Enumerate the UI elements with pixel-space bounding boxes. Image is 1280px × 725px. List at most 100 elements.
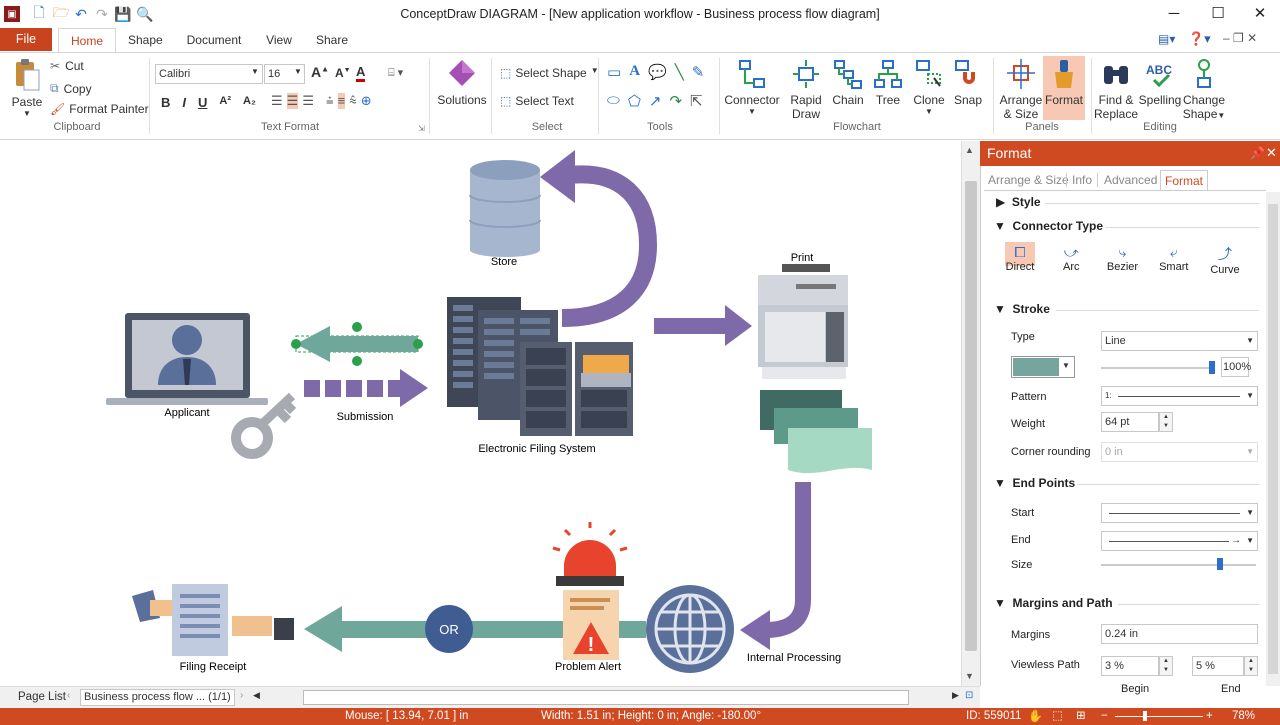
find-replace-button[interactable]: Find & Replace xyxy=(1094,58,1138,121)
callout-icon[interactable]: 💬 xyxy=(648,63,667,81)
line-icon[interactable]: ╲ xyxy=(675,63,684,81)
printer-icon[interactable] xyxy=(758,264,848,379)
connector-bezier[interactable]: ⤷ Bezier xyxy=(1103,244,1143,276)
layout-icon[interactable]: ▤▾ xyxy=(1158,32,1175,46)
alert-siren-icon[interactable]: ! xyxy=(552,522,628,660)
connector-smart[interactable]: ⤶ Smart xyxy=(1154,244,1194,276)
submission-arrow[interactable] xyxy=(304,369,428,407)
new-document-icon[interactable]: 🗋 xyxy=(30,4,48,23)
tab-home[interactable]: Home xyxy=(58,28,116,53)
minimize-button[interactable]: ─ xyxy=(1152,0,1196,26)
zoom-slider[interactable] xyxy=(1115,716,1203,717)
tab-file[interactable]: File xyxy=(0,28,52,51)
maximize-button[interactable]: ☐ xyxy=(1196,0,1240,26)
horizontal-scrollbar[interactable] xyxy=(303,690,909,705)
panel-close-icon[interactable]: ✕ xyxy=(1266,145,1277,161)
tree-button[interactable]: Tree xyxy=(870,58,906,107)
shrink-font-icon[interactable]: A▼ xyxy=(335,66,351,80)
font-color-icon[interactable]: A xyxy=(356,64,366,82)
next-page-icon[interactable]: › xyxy=(240,690,243,701)
vertical-scrollbar[interactable]: ▲ ▼ xyxy=(961,141,980,686)
bold-icon[interactable]: B xyxy=(161,95,170,110)
connector-button[interactable]: Connector ▼ xyxy=(724,58,780,116)
tab-format[interactable]: Format xyxy=(1160,170,1209,190)
font-family-select[interactable]: Calibri xyxy=(155,64,263,84)
tab-document[interactable]: Document xyxy=(180,28,248,52)
align-left-icon[interactable]: ☰ xyxy=(271,93,283,109)
paper-stack-icon[interactable] xyxy=(760,390,872,474)
panel-scrollbar[interactable] xyxy=(1266,192,1280,686)
connector-arc[interactable]: ⤻ Arc xyxy=(1051,244,1091,276)
zoom-in-icon[interactable]: + xyxy=(1206,708,1213,725)
format-painter-button[interactable]: 🖌 Format Painter xyxy=(50,102,149,116)
solutions-button[interactable]: Solutions xyxy=(436,58,488,107)
applicant-laptop-icon[interactable] xyxy=(106,313,268,405)
tab-arrange-size[interactable]: Arrange & Size xyxy=(988,170,1069,190)
tab-share[interactable]: Share xyxy=(312,28,352,52)
select-text-button[interactable]: ⬚ Select Text xyxy=(500,94,574,108)
corner-rounding-select[interactable]: 0 in ▼ xyxy=(1101,442,1258,462)
zoom-slider-thumb[interactable] xyxy=(1143,711,1147,721)
stroke-type-select[interactable]: Line ▼ xyxy=(1101,331,1258,351)
diagram-canvas[interactable]: ! Store Print Applicant Submission Elect… xyxy=(0,141,961,686)
align-top-icon[interactable]: ⩮ xyxy=(326,93,334,109)
polygon-icon[interactable]: ⬠ xyxy=(628,92,641,110)
globe-icon[interactable] xyxy=(646,585,734,673)
start-endpoint-select[interactable]: ▼ xyxy=(1101,503,1258,523)
underline-icon[interactable]: U xyxy=(198,95,207,110)
rectangle-icon[interactable]: ▭ xyxy=(607,63,621,81)
viewless-begin-input[interactable]: 3 % xyxy=(1101,656,1159,676)
connector-type-section[interactable]: ▼ Connector Type xyxy=(994,219,1103,233)
scroll-right-icon[interactable]: ▶ xyxy=(952,690,959,701)
close-button[interactable]: ✕ xyxy=(1238,0,1280,26)
pin-icon[interactable]: 📌 xyxy=(1250,146,1265,160)
opacity-slider-thumb[interactable] xyxy=(1209,361,1215,374)
page-select[interactable]: Business process flow ... (1/1)▼ xyxy=(80,689,235,717)
page-list-button[interactable]: Page List xyxy=(18,691,66,703)
end-points-section[interactable]: ▼ End Points xyxy=(994,476,1075,490)
scroll-up-icon[interactable]: ▲ xyxy=(965,145,974,155)
weight-stepper[interactable]: ▲ ▼ xyxy=(1159,412,1173,432)
undo-icon[interactable]: ↶ xyxy=(72,5,90,23)
zoom-selection-icon[interactable]: ⬚ xyxy=(1052,708,1063,725)
redo-icon[interactable]: ↷ xyxy=(93,5,111,23)
arrow-to-print[interactable] xyxy=(654,305,752,346)
arrow-tool-icon[interactable]: ↗ xyxy=(649,92,662,110)
print-preview-icon[interactable]: 🔍 xyxy=(136,5,154,23)
copy-button[interactable]: ⧉ Copy xyxy=(50,81,92,96)
format-panel-button[interactable]: Format xyxy=(1043,56,1085,120)
scroll-left-icon[interactable]: ◀ xyxy=(253,690,260,701)
hand-icon[interactable]: ✋ xyxy=(1028,708,1043,725)
align-center-icon[interactable]: ☰ xyxy=(286,93,299,109)
align-middle-icon[interactable]: ≡ xyxy=(337,93,346,109)
rapid-draw-button[interactable]: Rapid Draw xyxy=(786,58,826,121)
weight-input[interactable]: 64 pt xyxy=(1101,412,1159,432)
stroke-color-picker[interactable]: ▼ xyxy=(1011,356,1075,378)
select-shape-button[interactable]: ⬚ Select Shape ▼ xyxy=(500,66,599,80)
spelling-button[interactable]: ABC Spelling xyxy=(1138,58,1182,107)
superscript-icon[interactable]: A² xyxy=(219,95,231,110)
curve-icon[interactable]: ↷ xyxy=(669,92,682,110)
tab-view[interactable]: View xyxy=(262,28,296,52)
chain-button[interactable]: Chain xyxy=(830,58,866,107)
opacity-input[interactable]: 100% xyxy=(1221,357,1251,377)
arrow-to-internal[interactable] xyxy=(764,482,811,638)
snap-button[interactable]: Snap xyxy=(950,58,986,107)
margins-path-section[interactable]: ▼ Margins and Path xyxy=(994,596,1113,610)
subscript-icon[interactable]: A₂ xyxy=(243,95,256,110)
zoom-fit-icon[interactable]: ⊞ xyxy=(1076,708,1086,725)
change-shape-button[interactable]: Change Shape▼ xyxy=(1182,58,1226,121)
connector-direct[interactable]: ⧠ Direct xyxy=(1000,244,1040,276)
begin-stepper[interactable]: ▲ ▼ xyxy=(1159,656,1173,676)
tab-advanced[interactable]: Advanced xyxy=(1104,170,1157,190)
open-icon[interactable]: 🗁 xyxy=(52,4,70,23)
ellipse-icon[interactable]: ⬭ xyxy=(607,92,620,110)
text-box-icon[interactable]: ⌸ ▾ xyxy=(388,66,403,80)
opacity-slider[interactable] xyxy=(1101,367,1215,369)
dialog-launcher-icon[interactable]: ⇲ xyxy=(418,124,425,133)
size-slider-thumb[interactable] xyxy=(1217,558,1223,570)
text-direction-icon[interactable]: ⊕ xyxy=(361,93,372,109)
arrange-size-button[interactable]: Arrange & Size xyxy=(999,58,1043,121)
text-tool-icon[interactable]: A xyxy=(629,63,640,81)
end-stepper[interactable]: ▲ ▼ xyxy=(1244,656,1258,676)
